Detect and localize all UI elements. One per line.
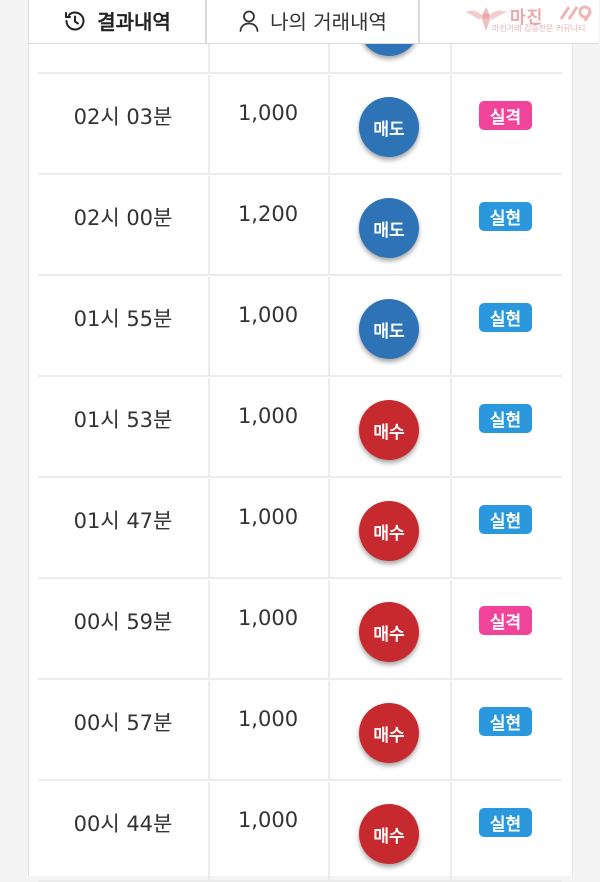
trade-time: 02시 03분: [73, 105, 173, 129]
column-divider: [450, 782, 452, 880]
buy-side-badge: 매수: [359, 602, 419, 662]
trade-time: 02시 00분: [73, 206, 173, 230]
tab-my-trades-label: 나의 거래내역: [270, 10, 387, 34]
trade-row: 02시 03분 1,000 매도 실격: [38, 75, 562, 175]
tab-results[interactable]: 결과내역: [28, 0, 206, 44]
column-divider: [450, 75, 452, 173]
trade-time: 00시 44분: [73, 812, 173, 836]
result-realized-badge: 실현: [479, 505, 532, 534]
buy-side-badge: 매수: [359, 501, 419, 561]
column-divider: [450, 479, 452, 577]
watermark-number-mark: [559, 5, 592, 22]
trade-row: 01시 53분 1,000 매수 실현: [38, 378, 562, 478]
sell-side-badge: 매도: [359, 299, 419, 359]
sell-side-badge: 매도: [359, 97, 419, 157]
sell-side-badge: 매도: [359, 198, 419, 258]
watermark-logo: 마진 마진거래 검증전문 커뮤니티: [464, 3, 596, 37]
trade-amount: 1,000: [237, 808, 299, 832]
trade-amount: 1,000: [237, 707, 299, 731]
trade-row: 01시 55분 1,000 매도 실현: [38, 277, 562, 377]
user-icon: [238, 9, 260, 33]
history-clock-icon: [63, 9, 87, 33]
column-divider: [328, 782, 330, 880]
trade-row: 01시 47분 1,000 매수 실현: [38, 479, 562, 579]
result-realized-badge: 실현: [479, 202, 532, 231]
column-divider: [328, 176, 330, 274]
result-realized-badge: 실현: [479, 404, 532, 433]
trade-amount: 1,000: [237, 606, 299, 630]
buy-side-badge: 매수: [359, 804, 419, 864]
tab-my-trades[interactable]: 나의 거래내역: [206, 0, 419, 44]
buy-side-badge: 매수: [359, 400, 419, 460]
trade-amount: 1,000: [237, 505, 299, 529]
trade-amount: 1,000: [237, 303, 299, 327]
column-divider: [328, 681, 330, 779]
column-divider: [328, 378, 330, 476]
trade-time: 00시 57분: [73, 711, 173, 735]
result-realized-badge: 실현: [479, 808, 532, 837]
trade-time: 01시 55분: [73, 307, 173, 331]
trade-amount: 1,200: [237, 202, 299, 226]
column-divider: [328, 479, 330, 577]
result-realized-badge: 실현: [479, 707, 532, 736]
column-divider: [450, 176, 452, 274]
buy-side-badge: 매수: [359, 703, 419, 763]
trade-row: 00시 59분 1,000 매수 실격: [38, 580, 562, 680]
trade-time: 01시 53분: [73, 408, 173, 432]
result-realized-badge: 실현: [479, 303, 532, 332]
column-divider: [450, 580, 452, 678]
trade-row: 00시 44분 1,000 매수 실현: [38, 782, 562, 882]
column-divider: [328, 75, 330, 173]
result-failed-badge: 실격: [479, 101, 532, 130]
result-failed-badge: 실격: [479, 606, 532, 635]
column-divider: [328, 580, 330, 678]
column-divider: [450, 277, 452, 375]
column-divider: [328, 277, 330, 375]
trade-row: 00시 57분 1,000 매수 실현: [38, 681, 562, 781]
tab-bar: 결과내역 나의 거래내역 마진 마진거래 검증전문 커뮤니티: [0, 0, 600, 46]
trade-amount: 1,000: [237, 101, 299, 125]
watermark-tagline: 마진거래 검증전문 커뮤니티: [492, 24, 586, 33]
trade-time: 01시 47분: [73, 509, 173, 533]
column-divider: [450, 378, 452, 476]
trade-row: 02시 00분 1,200 매도 실현: [38, 176, 562, 276]
tab-results-label: 결과내역: [97, 10, 171, 34]
column-divider: [450, 681, 452, 779]
trade-amount: 1,000: [237, 404, 299, 428]
trade-time: 00시 59분: [73, 610, 173, 634]
